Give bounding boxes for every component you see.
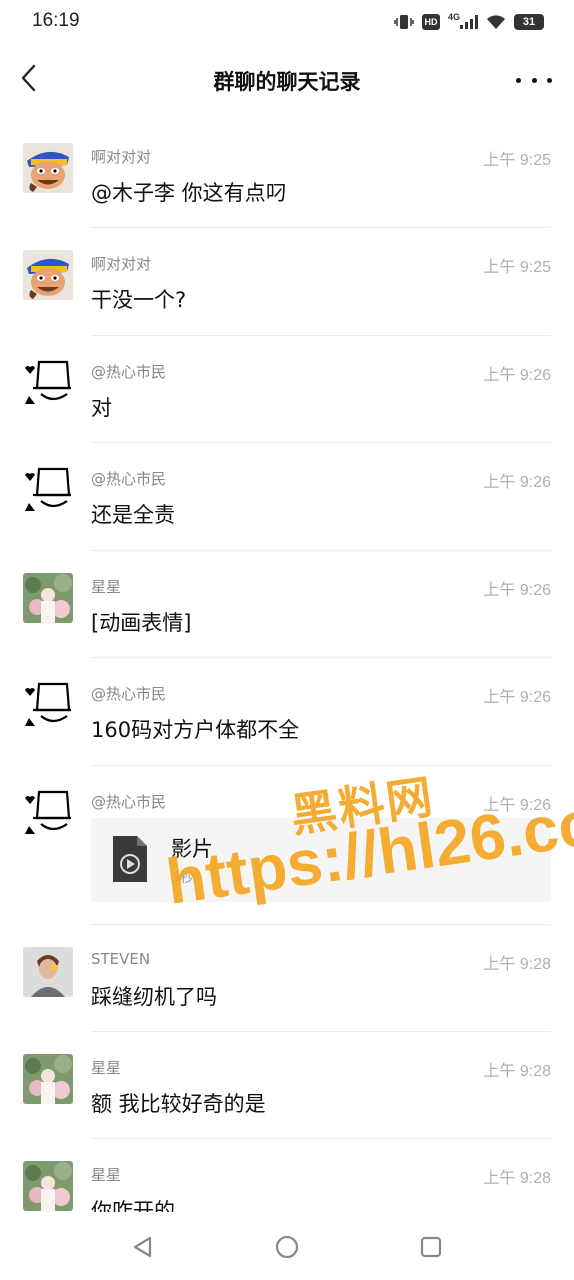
person-photo-avatar-icon bbox=[23, 947, 73, 997]
file-name: 影片 bbox=[171, 837, 213, 861]
avatar[interactable] bbox=[23, 1161, 73, 1211]
message-text[interactable]: 160码对方户体都不全 bbox=[91, 714, 299, 744]
system-home-button[interactable] bbox=[274, 1234, 300, 1264]
message-time: 上午 9:25 bbox=[483, 152, 551, 169]
cartoon-pirate-avatar-icon bbox=[23, 250, 73, 300]
vibrate-icon bbox=[394, 14, 414, 30]
sender-name[interactable]: @热心市民 bbox=[91, 791, 166, 812]
message-text[interactable]: 额 我比较好奇的是 bbox=[91, 1088, 266, 1118]
avatar[interactable] bbox=[23, 1054, 73, 1104]
avatar[interactable] bbox=[23, 358, 73, 408]
sender-name[interactable]: 星星 bbox=[91, 576, 121, 597]
cellular-signal-icon: 4G bbox=[447, 11, 478, 29]
message-text[interactable]: @木子李 你这有点叼 bbox=[91, 177, 287, 207]
sketch-hat-avatar-icon bbox=[23, 788, 73, 838]
triangle-back-icon bbox=[133, 1236, 152, 1258]
more-options-button[interactable] bbox=[516, 66, 552, 94]
divider bbox=[91, 924, 551, 925]
square-recents-icon bbox=[420, 1236, 442, 1258]
divider bbox=[91, 442, 551, 443]
sender-name[interactable]: 星星 bbox=[91, 1057, 121, 1078]
page-title: 群聊的聊天记录 bbox=[213, 70, 361, 94]
avatar[interactable] bbox=[23, 250, 73, 300]
sender-name[interactable]: @热心市民 bbox=[91, 683, 166, 704]
message-list[interactable]: 啊对对对 上午 9:25 @木子李 你这有点叼 啊对对对 上午 9:25 干没一… bbox=[0, 120, 574, 1212]
avatar[interactable] bbox=[23, 788, 73, 838]
avatar[interactable] bbox=[23, 680, 73, 730]
header: 群聊的聊天记录 bbox=[0, 48, 574, 112]
sketch-hat-avatar-icon bbox=[23, 680, 73, 730]
hd-badge: HD bbox=[421, 14, 440, 30]
network-type-label: 4G bbox=[447, 11, 460, 22]
sender-name[interactable]: 星星 bbox=[91, 1164, 121, 1185]
sender-name[interactable]: @热心市民 bbox=[91, 468, 166, 489]
message-time: 上午 9:26 bbox=[483, 474, 551, 491]
battery-icon: 31 bbox=[514, 14, 544, 30]
sketch-hat-avatar-icon bbox=[23, 358, 73, 408]
divider bbox=[91, 1138, 551, 1139]
message-time: 上午 9:28 bbox=[483, 1063, 551, 1080]
message-time: 上午 9:28 bbox=[483, 956, 551, 973]
flowers-photo-avatar-icon bbox=[23, 1161, 73, 1211]
circle-home-icon bbox=[275, 1235, 299, 1259]
divider bbox=[91, 550, 551, 551]
system-recents-button[interactable] bbox=[418, 1234, 444, 1264]
message-text[interactable]: [动画表情] bbox=[91, 607, 191, 637]
message-text[interactable]: 干没一个? bbox=[91, 284, 186, 314]
message-time: 上午 9:26 bbox=[483, 367, 551, 384]
status-icons: HD 4G 31 bbox=[394, 12, 544, 32]
status-bar: 16:19 HD 4G 31 bbox=[0, 0, 574, 44]
message-time: 上午 9:28 bbox=[483, 1170, 551, 1187]
cartoon-pirate-avatar-icon bbox=[23, 143, 73, 193]
message-time: 上午 9:26 bbox=[483, 582, 551, 599]
message-text[interactable]: 对 bbox=[91, 392, 112, 422]
system-nav-bar bbox=[0, 1212, 574, 1280]
divider bbox=[91, 227, 551, 228]
divider bbox=[91, 335, 551, 336]
sketch-hat-avatar-icon bbox=[23, 465, 73, 515]
divider bbox=[91, 765, 551, 766]
sender-name[interactable]: @热心市民 bbox=[91, 361, 166, 382]
divider bbox=[91, 657, 551, 658]
status-time: 16:19 bbox=[32, 10, 80, 31]
avatar[interactable] bbox=[23, 465, 73, 515]
avatar[interactable] bbox=[23, 573, 73, 623]
file-duration: 3秒" bbox=[171, 870, 201, 886]
flowers-photo-avatar-icon bbox=[23, 573, 73, 623]
message-time: 上午 9:26 bbox=[483, 689, 551, 706]
message-text[interactable]: 你咋开的 bbox=[91, 1195, 175, 1212]
video-file-icon bbox=[111, 834, 149, 884]
message-time: 上午 9:25 bbox=[483, 259, 551, 276]
message-time: 上午 9:26 bbox=[483, 797, 551, 814]
video-file-card[interactable]: 影片 3秒" bbox=[91, 818, 551, 902]
avatar[interactable] bbox=[23, 143, 73, 193]
more-dot-icon bbox=[531, 77, 537, 83]
avatar[interactable] bbox=[23, 947, 73, 997]
more-dot-icon bbox=[547, 77, 552, 83]
flowers-photo-avatar-icon bbox=[23, 1054, 73, 1104]
divider bbox=[91, 1031, 551, 1032]
sender-name[interactable]: STEVEN bbox=[91, 950, 150, 968]
sender-name[interactable]: 啊对对对 bbox=[91, 146, 151, 167]
system-back-button[interactable] bbox=[130, 1234, 156, 1264]
sender-name[interactable]: 啊对对对 bbox=[91, 253, 151, 274]
wifi-icon bbox=[486, 14, 506, 30]
more-dot-icon bbox=[516, 77, 521, 83]
message-text[interactable]: 踩缝纫机了吗 bbox=[91, 981, 217, 1011]
message-text[interactable]: 还是全责 bbox=[91, 499, 175, 529]
